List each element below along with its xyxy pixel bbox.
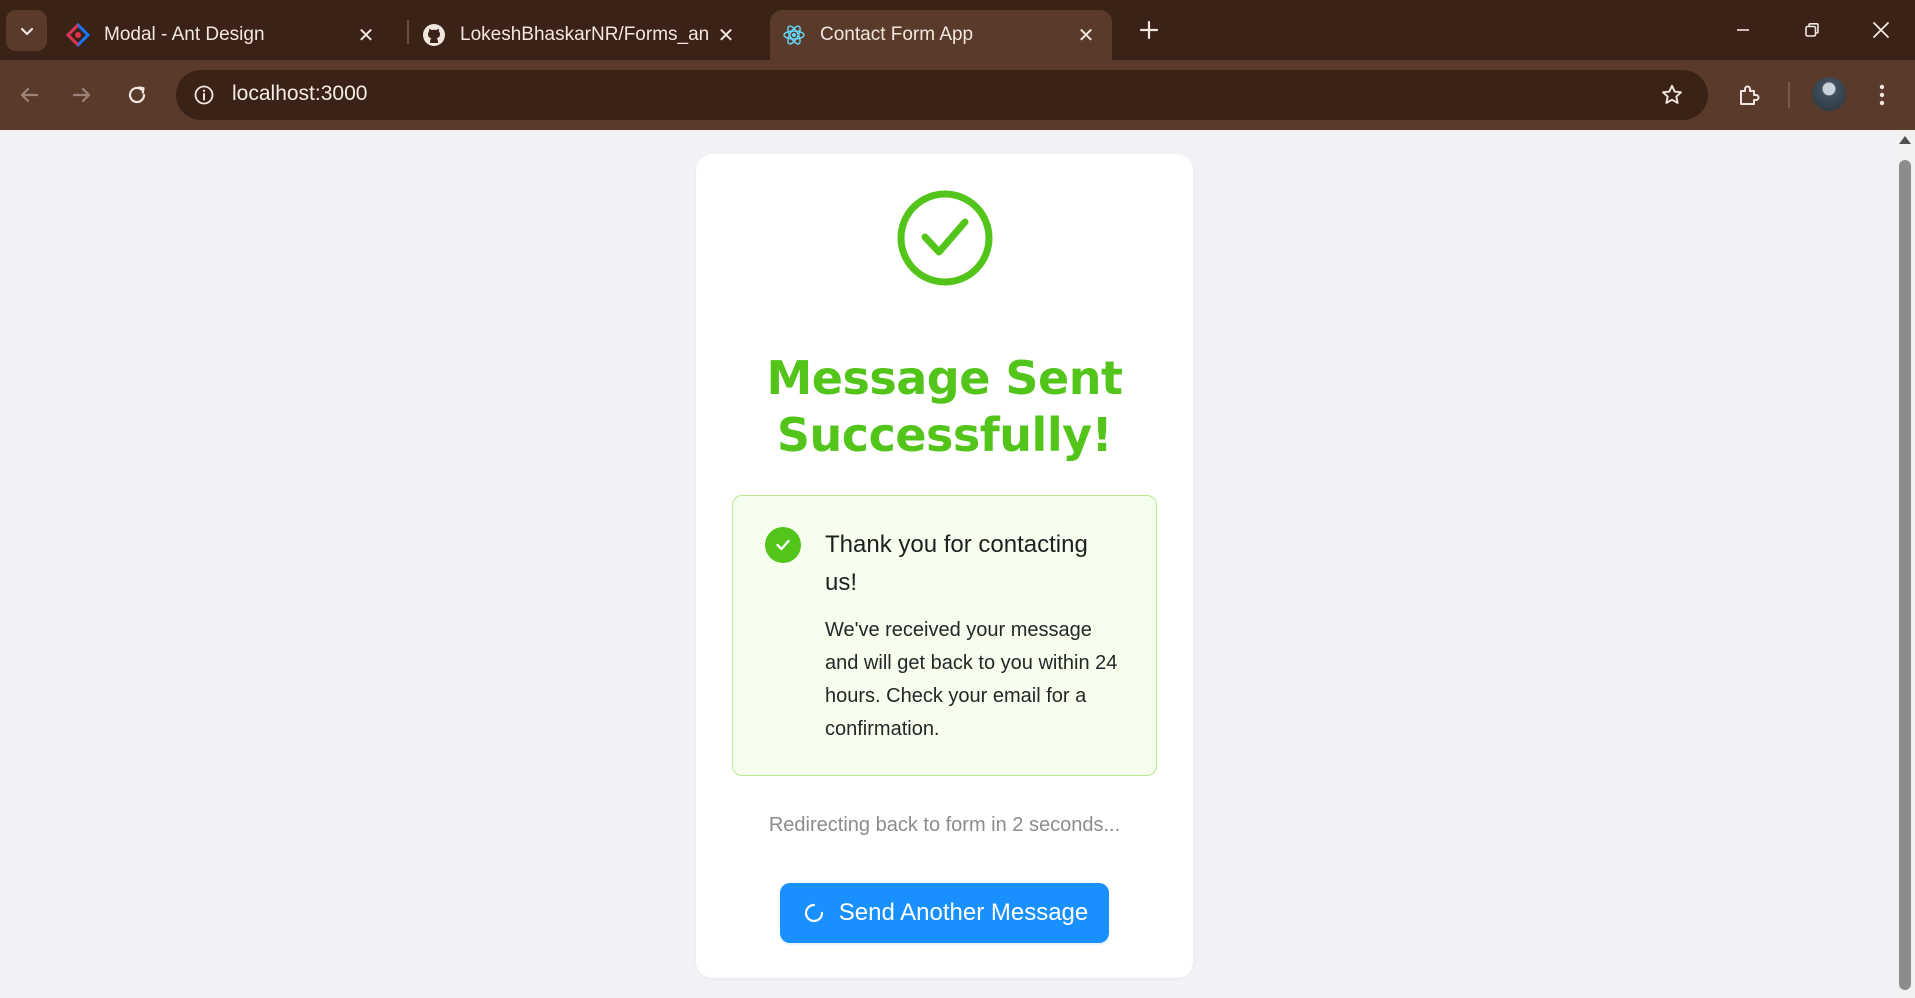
close-tab-icon[interactable]: ✕	[1074, 23, 1098, 47]
browser-toolbar: localhost:3000	[0, 60, 1915, 130]
redirect-countdown-text: Redirecting back to form in 2 seconds...	[768, 814, 1121, 836]
chevron-down-icon	[20, 27, 33, 35]
bookmark-star-icon[interactable]	[1658, 81, 1686, 109]
tab-github-repo[interactable]: LokeshBhaskarNR/Forms_and_U ✕	[422, 10, 752, 60]
send-another-message-button[interactable]: Send Another Message	[780, 883, 1109, 943]
plus-icon	[1139, 20, 1159, 40]
browser-menu-button[interactable]	[1863, 76, 1901, 114]
scroll-up-arrow-icon[interactable]	[1899, 136, 1911, 144]
browser-tab-bar: Modal - Ant Design ✕ LokeshBhaskarNR/For…	[0, 0, 1915, 60]
tab-title: Contact Form App	[820, 24, 974, 45]
puzzle-icon	[1740, 85, 1760, 105]
react-logo-icon	[782, 23, 806, 47]
page-viewport: Message Sent Successfully! Thank you for…	[0, 130, 1895, 998]
restore-button[interactable]	[1792, 12, 1832, 48]
ant-design-logo-icon	[66, 23, 90, 47]
tab-contact-form-app[interactable]: Contact Form App ✕	[770, 10, 1112, 60]
toolbar-divider	[1788, 82, 1790, 108]
tab-search-button[interactable]	[6, 10, 47, 51]
back-button[interactable]	[10, 76, 48, 114]
site-info-icon[interactable]	[190, 81, 218, 109]
success-alert: Thank you for contacting us! We've recei…	[732, 495, 1157, 776]
page-scrollbar[interactable]	[1895, 130, 1915, 998]
tab-separator	[407, 20, 409, 44]
github-logo-icon	[422, 23, 446, 47]
address-url[interactable]: localhost:3000	[232, 82, 367, 106]
tab-title: LokeshBhaskarNR/Forms_and_U	[460, 24, 710, 45]
address-bar[interactable]: localhost:3000	[176, 70, 1708, 120]
alert-title: Thank you for contacting us!	[825, 531, 1088, 596]
restore-icon	[1805, 23, 1819, 37]
success-check-circle-icon	[897, 190, 993, 286]
tab-modal-ant-design[interactable]: Modal - Ant Design ✕	[66, 10, 392, 60]
arrow-left-icon	[20, 87, 39, 103]
reload-icon	[128, 86, 146, 104]
arrow-right-icon	[72, 87, 91, 103]
extensions-button[interactable]	[1730, 76, 1768, 114]
reload-button[interactable]	[118, 76, 156, 114]
minimize-button[interactable]	[1723, 12, 1763, 48]
close-icon	[1873, 22, 1889, 38]
new-tab-button[interactable]	[1132, 13, 1166, 47]
send-button-label: Send Another Message	[838, 899, 1089, 926]
minimize-icon	[1737, 29, 1749, 31]
close-tab-icon[interactable]: ✕	[714, 23, 738, 47]
tab-title: Modal - Ant Design	[104, 24, 265, 45]
success-headline: Message Sent Successfully!	[766, 351, 1123, 462]
more-vertical-icon	[1879, 84, 1885, 106]
success-card: Message Sent Successfully! Thank you for…	[696, 154, 1193, 978]
check-circle-icon	[765, 527, 801, 563]
forward-button[interactable]	[63, 76, 101, 114]
reload-icon	[801, 900, 827, 926]
close-window-button[interactable]	[1861, 12, 1901, 48]
close-tab-icon[interactable]: ✕	[354, 23, 378, 47]
scrollbar-thumb[interactable]	[1899, 160, 1911, 990]
profile-avatar[interactable]	[1812, 77, 1846, 111]
alert-description: We've received your message and will get…	[825, 619, 1118, 740]
